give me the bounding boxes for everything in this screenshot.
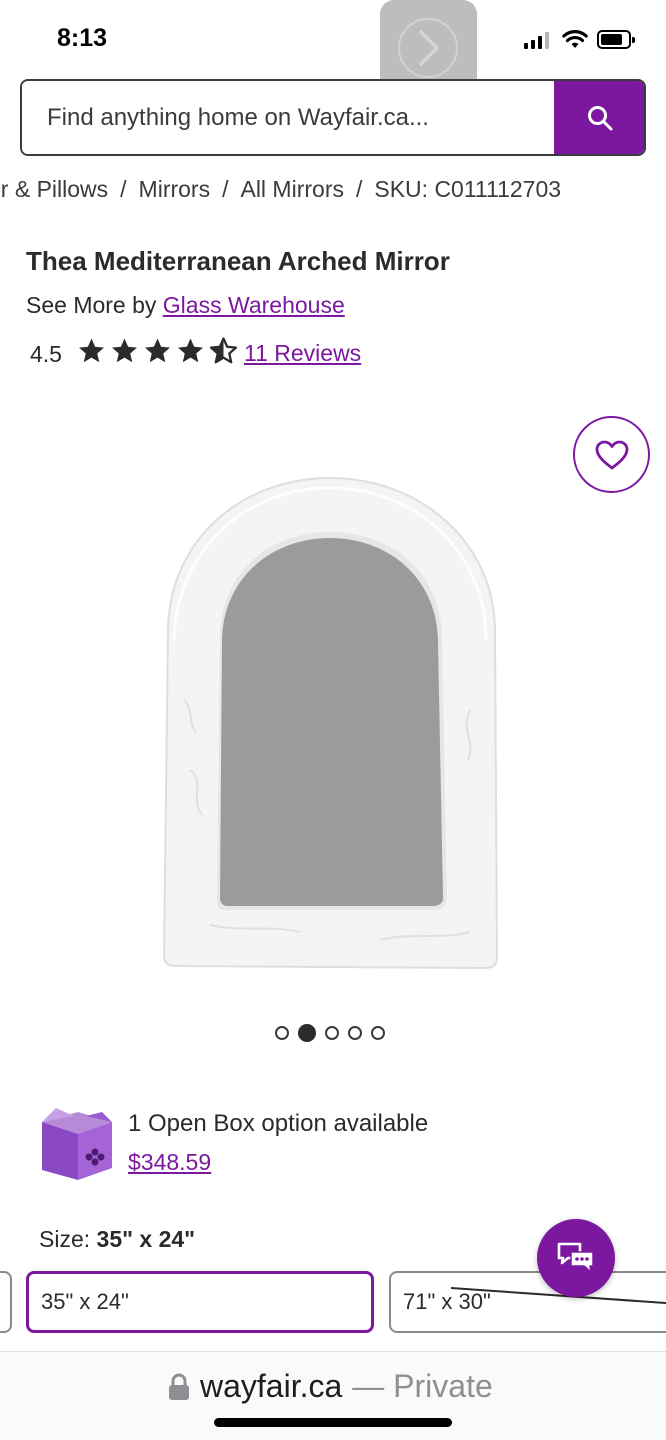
wifi-icon <box>562 30 588 48</box>
home-indicator[interactable] <box>214 1418 452 1427</box>
star-full-icon <box>178 338 203 363</box>
url-domain: wayfair.ca <box>200 1368 343 1404</box>
size-option-selected[interactable]: 35" x 24" <box>26 1271 374 1333</box>
search-icon <box>588 105 613 130</box>
status-bar: 8:13 <box>0 0 666 96</box>
size-label: Size: 35" x 24" <box>39 1226 195 1253</box>
open-box-text: 1 Open Box option available <box>128 1110 429 1137</box>
star-full-icon <box>112 338 137 363</box>
breadcrumb-separator: / <box>120 176 127 202</box>
size-option-prev[interactable] <box>0 1271 12 1333</box>
url-private-mode: — Private <box>352 1368 493 1404</box>
favorite-button[interactable] <box>573 416 650 493</box>
brand-link[interactable]: Glass Warehouse <box>163 292 345 318</box>
size-selected-value: 35" x 24" <box>96 1226 196 1252</box>
breadcrumb-separator: / <box>222 176 229 202</box>
size-label-text: Size: <box>39 1226 91 1252</box>
carousel-dot[interactable] <box>371 1026 385 1040</box>
carousel-dot[interactable] <box>325 1026 339 1040</box>
size-option-unavailable[interactable]: 71" x 30" <box>389 1271 666 1333</box>
star-half-icon <box>209 337 238 364</box>
carousel-dot-active[interactable] <box>298 1024 316 1042</box>
breadcrumb-separator: / <box>355 176 363 202</box>
breadcrumb-item-mirrors[interactable]: Mirrors <box>139 176 211 203</box>
rating-stars <box>76 336 239 366</box>
star-full-icon <box>145 338 170 363</box>
heart-icon <box>595 440 628 469</box>
search-input[interactable] <box>22 81 556 154</box>
open-box-icon <box>42 1108 112 1180</box>
star-full-icon <box>79 338 104 363</box>
product-image[interactable] <box>150 470 510 980</box>
status-time: 8:13 <box>57 24 108 52</box>
lock-icon <box>169 1373 189 1400</box>
see-more-prefix: See More by <box>26 292 157 318</box>
search-button[interactable] <box>554 81 644 154</box>
open-box-price-link[interactable]: $348.59 <box>128 1149 211 1176</box>
chat-button[interactable] <box>537 1219 615 1297</box>
see-more-by: See More by Glass Warehouse <box>26 292 345 319</box>
size-option-label: 71" x 30" <box>403 1289 491 1314</box>
breadcrumb: or & Pillows / Mirrors / All Mirrors / S… <box>0 176 666 208</box>
chevron-right-icon <box>419 30 439 66</box>
carousel-dots <box>275 1024 385 1042</box>
carousel-dot[interactable] <box>275 1026 289 1040</box>
product-title: Thea Mediterranean Arched Mirror <box>26 246 450 276</box>
carousel-dot[interactable] <box>348 1026 362 1040</box>
reviews-link[interactable]: 11 Reviews <box>244 340 361 367</box>
battery-icon <box>597 30 635 49</box>
search-bar <box>20 79 646 156</box>
chat-bubbles-icon <box>557 1242 594 1273</box>
breadcrumb-item-decor[interactable]: or & Pillows <box>0 176 108 203</box>
url-display: wayfair.ca — Private <box>168 1368 493 1405</box>
breadcrumb-item-all-mirrors[interactable]: All Mirrors <box>240 176 344 203</box>
rating-value: 4.5 <box>30 341 62 367</box>
cellular-signal-icon <box>524 32 549 49</box>
breadcrumb-sku: SKU: C011112703 <box>374 176 562 202</box>
